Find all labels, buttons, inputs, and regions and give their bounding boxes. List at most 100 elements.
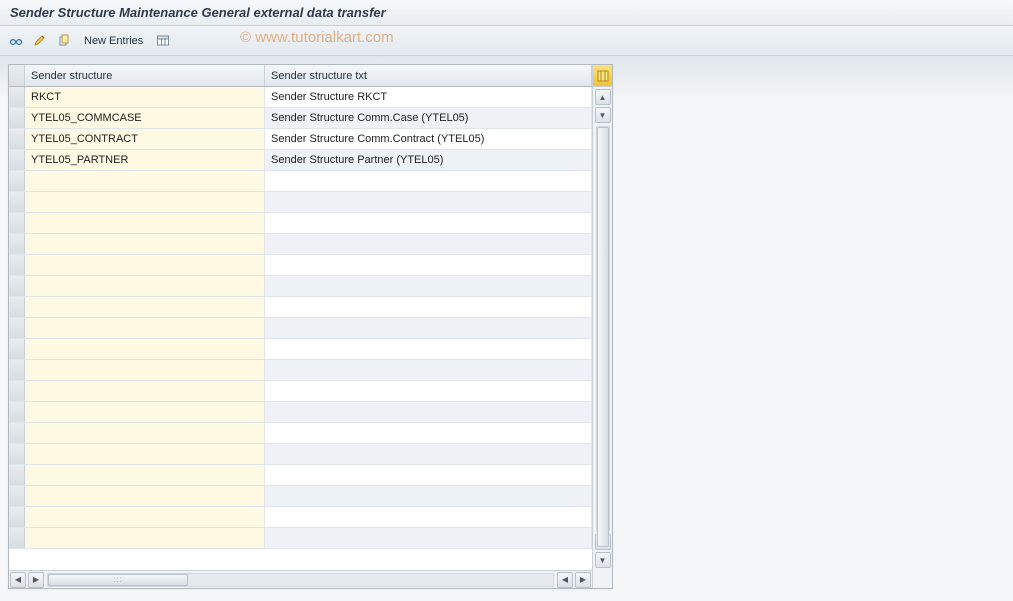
vertical-scroll-track[interactable] bbox=[596, 126, 610, 531]
scroll-right-button[interactable]: ▶ bbox=[575, 572, 591, 588]
cell-sender-structure-txt bbox=[265, 171, 592, 191]
table-row bbox=[9, 213, 592, 234]
scroll-down-button[interactable]: ▼ bbox=[595, 552, 611, 568]
horizontal-scroll-track[interactable]: ::: bbox=[47, 573, 554, 587]
cell-sender-structure[interactable] bbox=[25, 171, 265, 191]
cell-sender-structure[interactable] bbox=[25, 318, 265, 338]
table-row bbox=[9, 381, 592, 402]
glasses-icon bbox=[9, 34, 23, 48]
row-selector[interactable] bbox=[9, 297, 25, 317]
cell-sender-structure[interactable] bbox=[25, 255, 265, 275]
row-selector[interactable] bbox=[9, 234, 25, 254]
change-button[interactable] bbox=[30, 31, 50, 51]
cell-sender-structure[interactable] bbox=[25, 276, 265, 296]
table-main: Sender structure Sender structure txt RK… bbox=[9, 65, 592, 588]
table-row bbox=[9, 486, 592, 507]
column-header-sender-structure[interactable]: Sender structure bbox=[25, 65, 265, 86]
configure-columns-button[interactable] bbox=[593, 65, 612, 87]
cell-sender-structure[interactable] bbox=[25, 528, 265, 548]
table-row: RKCTSender Structure RKCT bbox=[9, 87, 592, 108]
side-corner bbox=[593, 570, 612, 588]
copy-button[interactable] bbox=[54, 31, 74, 51]
cell-sender-structure[interactable] bbox=[25, 234, 265, 254]
cell-sender-structure[interactable]: YTEL05_PARTNER bbox=[25, 150, 265, 170]
row-selector[interactable] bbox=[9, 129, 25, 149]
row-selector[interactable] bbox=[9, 360, 25, 380]
row-selector[interactable] bbox=[9, 192, 25, 212]
table-row: YTEL05_COMMCASESender Structure Comm.Cas… bbox=[9, 108, 592, 129]
cell-sender-structure[interactable] bbox=[25, 339, 265, 359]
table-row bbox=[9, 465, 592, 486]
scroll-down-step-button[interactable]: ▼ bbox=[595, 107, 611, 123]
row-selector[interactable] bbox=[9, 108, 25, 128]
cell-sender-structure-txt[interactable]: Sender Structure RKCT bbox=[265, 87, 592, 107]
row-selector[interactable] bbox=[9, 444, 25, 464]
cell-sender-structure[interactable]: YTEL05_COMMCASE bbox=[25, 108, 265, 128]
table-row bbox=[9, 339, 592, 360]
cell-sender-structure[interactable] bbox=[25, 444, 265, 464]
horizontal-scrollbar: ◀ ▶ ::: ◀ ▶ bbox=[9, 570, 592, 588]
cell-sender-structure[interactable] bbox=[25, 192, 265, 212]
row-selector[interactable] bbox=[9, 318, 25, 338]
table-row bbox=[9, 528, 592, 549]
title-bar: Sender Structure Maintenance General ext… bbox=[0, 0, 1013, 26]
page-title: Sender Structure Maintenance General ext… bbox=[10, 5, 386, 20]
cell-sender-structure[interactable] bbox=[25, 297, 265, 317]
row-selector[interactable] bbox=[9, 150, 25, 170]
row-selector[interactable] bbox=[9, 213, 25, 233]
cell-sender-structure-txt bbox=[265, 318, 592, 338]
cell-sender-structure[interactable]: RKCT bbox=[25, 87, 265, 107]
table-row: YTEL05_PARTNERSender Structure Partner (… bbox=[9, 150, 592, 171]
table-row bbox=[9, 360, 592, 381]
cell-sender-structure[interactable] bbox=[25, 507, 265, 527]
row-selector[interactable] bbox=[9, 465, 25, 485]
cell-sender-structure[interactable] bbox=[25, 486, 265, 506]
row-selector[interactable] bbox=[9, 507, 25, 527]
cell-sender-structure[interactable] bbox=[25, 381, 265, 401]
row-selector[interactable] bbox=[9, 486, 25, 506]
table-row bbox=[9, 507, 592, 528]
cell-sender-structure[interactable] bbox=[25, 360, 265, 380]
watermark: © www.tutorialkart.com bbox=[240, 29, 394, 46]
cell-sender-structure[interactable] bbox=[25, 465, 265, 485]
display-change-button[interactable] bbox=[6, 31, 26, 51]
row-selector[interactable] bbox=[9, 255, 25, 275]
table-row bbox=[9, 297, 592, 318]
pencil-icon bbox=[33, 34, 47, 48]
scroll-up-button[interactable]: ▲ bbox=[595, 89, 611, 105]
cell-sender-structure-txt[interactable]: Sender Structure Partner (YTEL05) bbox=[265, 150, 592, 170]
table-settings-button[interactable] bbox=[153, 31, 173, 51]
row-selector[interactable] bbox=[9, 402, 25, 422]
content-area: Sender structure Sender structure txt RK… bbox=[0, 56, 1013, 597]
row-selector[interactable] bbox=[9, 171, 25, 191]
table-row bbox=[9, 444, 592, 465]
horizontal-scroll-thumb[interactable]: ::: bbox=[48, 574, 188, 586]
cell-sender-structure-txt bbox=[265, 213, 592, 233]
table-icon bbox=[156, 34, 170, 48]
cell-sender-structure-txt[interactable]: Sender Structure Comm.Case (YTEL05) bbox=[265, 108, 592, 128]
cell-sender-structure[interactable] bbox=[25, 213, 265, 233]
cell-sender-structure[interactable] bbox=[25, 402, 265, 422]
table-container: Sender structure Sender structure txt RK… bbox=[8, 64, 613, 589]
table-row bbox=[9, 171, 592, 192]
cell-sender-structure-txt bbox=[265, 486, 592, 506]
row-selector[interactable] bbox=[9, 339, 25, 359]
scroll-left-button[interactable]: ◀ bbox=[10, 572, 26, 588]
row-selector[interactable] bbox=[9, 276, 25, 296]
scroll-left-step-button[interactable]: ◀ bbox=[557, 572, 573, 588]
row-selector[interactable] bbox=[9, 528, 25, 548]
row-selector-header[interactable] bbox=[9, 65, 25, 86]
table-row bbox=[9, 192, 592, 213]
column-header-sender-structure-txt[interactable]: Sender structure txt bbox=[265, 65, 592, 86]
cell-sender-structure-txt bbox=[265, 465, 592, 485]
vertical-scroll-thumb[interactable] bbox=[597, 127, 609, 547]
scroll-right-step-button[interactable]: ▶ bbox=[28, 572, 44, 588]
cell-sender-structure[interactable]: YTEL05_CONTRACT bbox=[25, 129, 265, 149]
cell-sender-structure[interactable] bbox=[25, 423, 265, 443]
cell-sender-structure-txt[interactable]: Sender Structure Comm.Contract (YTEL05) bbox=[265, 129, 592, 149]
table-row bbox=[9, 255, 592, 276]
new-entries-button[interactable]: New Entries bbox=[78, 31, 149, 51]
row-selector[interactable] bbox=[9, 381, 25, 401]
row-selector[interactable] bbox=[9, 423, 25, 443]
row-selector[interactable] bbox=[9, 87, 25, 107]
